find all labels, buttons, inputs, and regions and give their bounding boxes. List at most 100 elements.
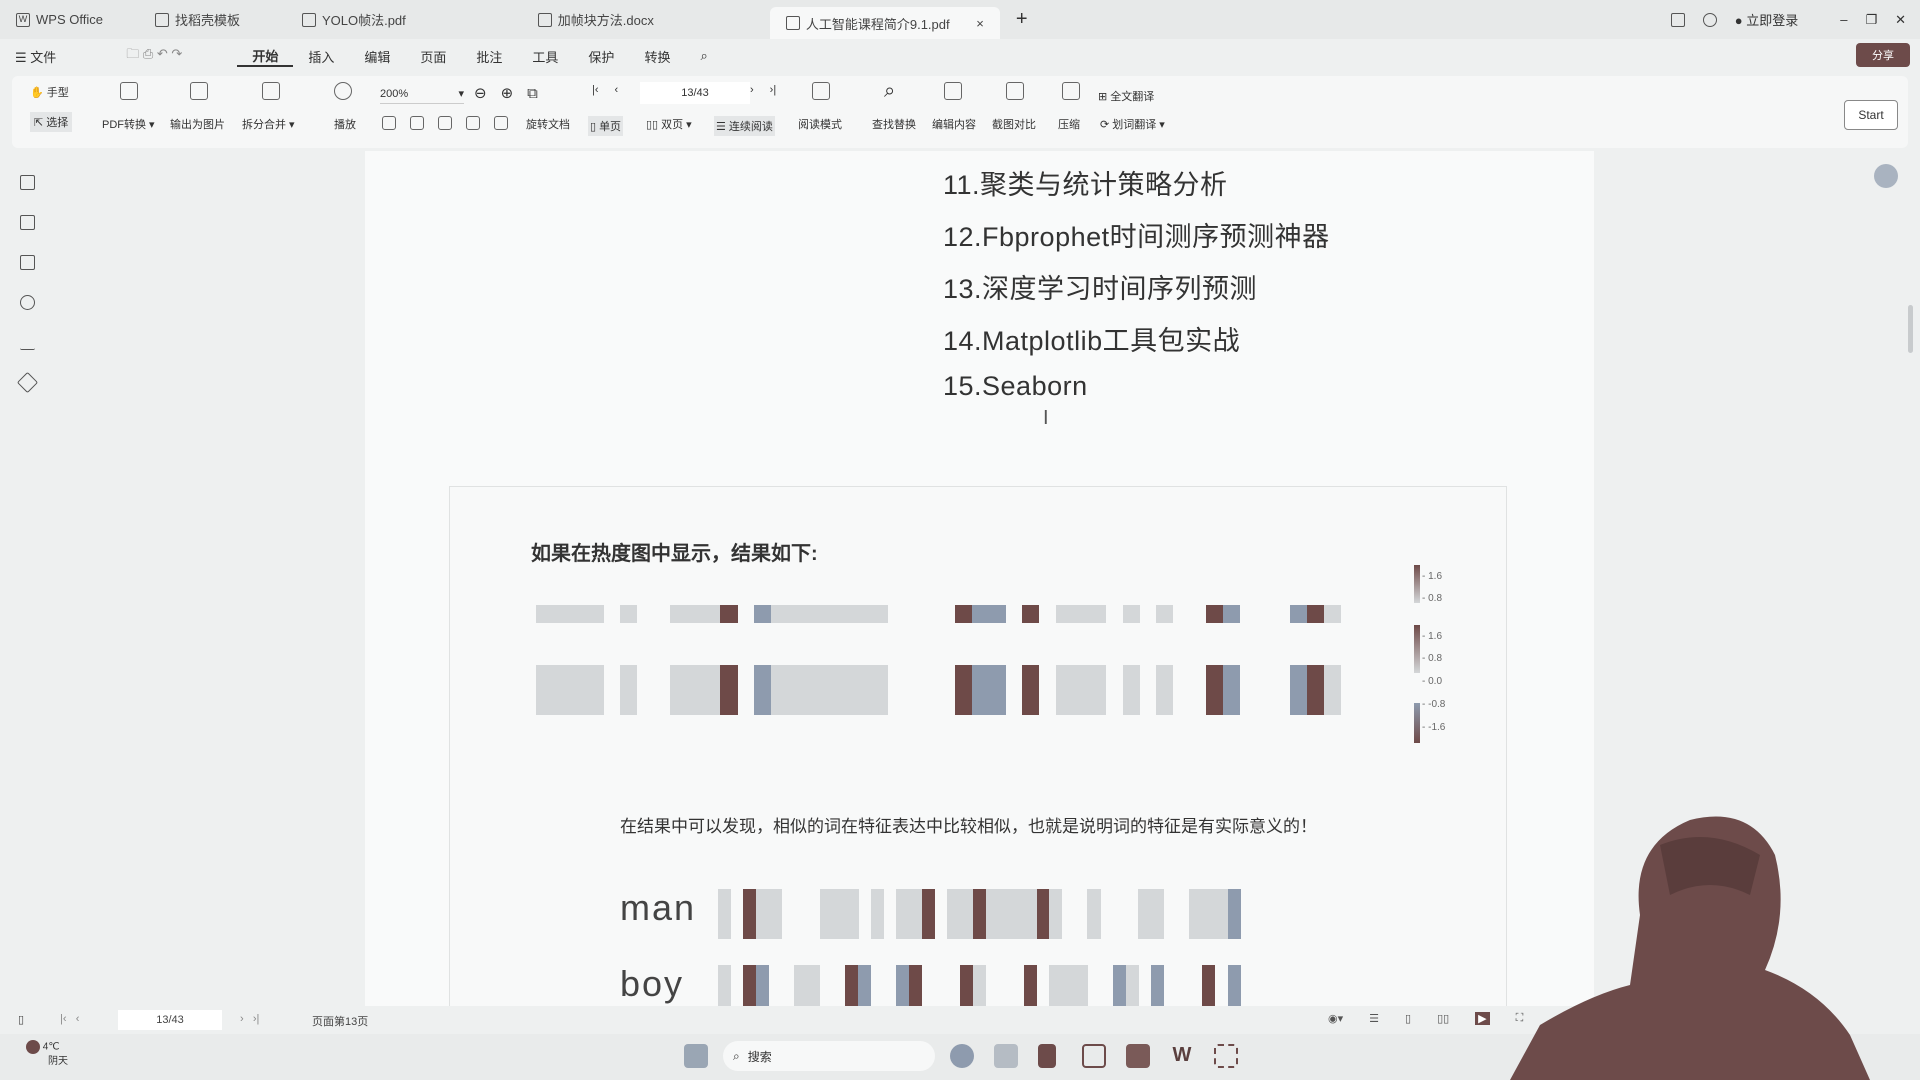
double-page-icon[interactable]: ▯▯ [1437, 1012, 1449, 1025]
menu-convert[interactable]: 转换 [629, 47, 685, 66]
share-button[interactable]: 分享 [1856, 43, 1910, 67]
skin-icon[interactable] [1702, 12, 1717, 27]
new-tab-button[interactable]: + [1016, 8, 1028, 31]
rotate-left-icon[interactable] [466, 116, 480, 130]
view-icon[interactable] [438, 116, 452, 130]
signature-icon[interactable] [20, 335, 35, 350]
wps-icon[interactable]: W [1170, 1044, 1194, 1068]
zoom-out-icon[interactable]: ⊖ [474, 84, 487, 102]
view-icon[interactable] [410, 116, 424, 130]
read-mode-button[interactable]: 阅读模式 [798, 116, 842, 132]
tab-3[interactable]: 加帧块方法.docx [522, 4, 670, 36]
assistant-icon[interactable] [1874, 164, 1898, 188]
bookmark-icon[interactable] [20, 175, 35, 190]
heatmap-boy-cell [756, 965, 770, 1006]
heatmap-boy-cell [718, 965, 732, 1006]
play-button[interactable]: 播放 [334, 116, 356, 132]
colorbar-tick-label: - 0.8 [1422, 653, 1443, 664]
full-translate-button[interactable]: ⊞ 全文翻译 [1098, 88, 1154, 104]
cursor-icon: ⇱ [34, 116, 44, 129]
select-tool-button[interactable]: ⇱ 选择 [30, 112, 73, 132]
browser-icon[interactable] [950, 1044, 974, 1068]
tab-2[interactable]: YOLO帧法.pdf [286, 4, 422, 36]
close-window-icon[interactable]: ✕ [1895, 12, 1906, 28]
heatmap-main-cell [536, 665, 554, 715]
play-icon[interactable]: ▶ [1475, 1012, 1490, 1025]
compress-button[interactable]: 压缩 [1058, 116, 1080, 132]
menu-edit[interactable]: 编辑 [349, 47, 405, 66]
tab-0[interactable]: W WPS Office [0, 4, 119, 36]
next-page-icon[interactable]: › ›| [240, 1013, 259, 1025]
continuous-read-button[interactable]: ☰ 连续阅读 [714, 116, 775, 136]
split-merge-button[interactable]: 拆分合并 ▾ [242, 116, 295, 132]
app-icon[interactable] [1082, 1044, 1106, 1068]
app-icon[interactable] [1038, 1044, 1056, 1068]
scrollbar[interactable] [1908, 305, 1913, 353]
page-input[interactable]: 13/43 [640, 82, 750, 104]
comment-icon[interactable] [20, 255, 35, 270]
search-icon[interactable]: ⌕ [685, 48, 722, 64]
file-menu[interactable]: ☰ 文件 [0, 47, 71, 66]
tab-1[interactable]: 找稻壳模板 [139, 4, 256, 36]
find-replace-button[interactable]: 查找替换 [872, 116, 916, 132]
word-translate-button[interactable]: ⟳ 划词翻译 ▾ [1100, 116, 1165, 132]
heatmap-main-cell [569, 665, 587, 715]
app-icon[interactable] [1214, 1044, 1238, 1068]
zoom-select[interactable]: 200% ▾ [380, 84, 464, 104]
thumbnail-icon[interactable] [20, 215, 35, 230]
last-page-icon[interactable]: ›| [770, 84, 777, 96]
list-item: 14.Matplotlib工具包实战 [943, 326, 1241, 356]
menu-tools[interactable]: 工具 [517, 47, 573, 66]
weather-widget[interactable]: 4℃ 阴天 [26, 1040, 68, 1069]
heatmap-top-cell [1306, 605, 1325, 623]
start-menu-icon[interactable] [684, 1044, 708, 1068]
heatmap-main-cell [820, 665, 839, 715]
layers-icon[interactable] [16, 371, 39, 394]
toolbar: ✋ 手型 ⇱ 选择 PDF转换 ▾ 输出为图片 拆分合并 ▾ 播放 200% ▾ ⊖ ⊕ ⧉ … [12, 76, 1908, 148]
single-page-icon[interactable]: ▯ [1405, 1012, 1411, 1025]
eye-icon[interactable]: ◉▾ [1328, 1012, 1343, 1025]
login-button[interactable]: ● 立即登录 [1735, 10, 1798, 29]
folder-icon[interactable] [994, 1044, 1018, 1068]
continuous-icon[interactable]: ☰ [1369, 1012, 1379, 1025]
minimize-icon[interactable]: – [1840, 12, 1847, 27]
rotate-doc-button[interactable]: 旋转文档 [526, 116, 570, 132]
restore-icon[interactable]: ❐ [1865, 12, 1877, 28]
tab-4[interactable]: 人工智能课程简介9.1.pdf × [769, 7, 1000, 39]
menu-page[interactable]: 页面 [405, 47, 461, 66]
menu-annotate[interactable]: 批注 [461, 47, 517, 66]
fit-page-icon[interactable]: ⧉ [527, 85, 538, 102]
heatmap-top-cell [753, 605, 772, 623]
heatmap-main-cell [703, 665, 721, 715]
heatmap-top-cell [586, 605, 604, 623]
double-page-button[interactable]: ▯▯ 双页 ▾ [646, 116, 692, 132]
heatmap-boy-cell [896, 965, 910, 1006]
hand-tool-button[interactable]: ✋ 手型 [30, 84, 69, 100]
prev-page-icon[interactable]: ‹ [615, 84, 619, 96]
pdf-convert-button[interactable]: PDF转换 ▾ [102, 116, 155, 132]
menu-insert[interactable]: 插入 [293, 47, 349, 66]
start-button[interactable]: Start [1844, 100, 1898, 130]
sidebar-toggle-icon[interactable]: ▯ [18, 1013, 24, 1026]
menu-start[interactable]: 开始 [237, 46, 294, 67]
zoom-in-icon[interactable]: ⊕ [501, 84, 514, 102]
view-icon[interactable] [382, 116, 396, 130]
first-page-icon[interactable]: |‹ [592, 84, 599, 96]
rotate-right-icon[interactable] [494, 116, 508, 130]
layout-icon[interactable] [1670, 12, 1685, 27]
single-page-button[interactable]: ▯ 单页 [588, 116, 624, 136]
next-page-icon[interactable]: › [750, 84, 754, 96]
quick-access-icons[interactable]: 🗀 ⎙ ↶ ↷ [111, 45, 197, 67]
page-number-input[interactable]: 13/43 [118, 1010, 222, 1030]
edit-content-button[interactable]: 编辑内容 [932, 116, 976, 132]
heatmap-man-cell [1023, 889, 1037, 939]
colorbar [1414, 625, 1420, 673]
export-image-button[interactable]: 输出为图片 [170, 116, 225, 132]
close-icon[interactable]: × [976, 16, 984, 31]
attachment-icon[interactable] [20, 295, 35, 310]
taskbar-search[interactable]: ⌕ 搜索 [723, 1041, 935, 1071]
screenshot-compare-button[interactable]: 截图对比 [992, 116, 1036, 132]
app-icon[interactable] [1126, 1044, 1150, 1068]
first-page-icon[interactable]: |‹ ‹ [60, 1013, 79, 1025]
menu-protect[interactable]: 保护 [573, 47, 629, 66]
